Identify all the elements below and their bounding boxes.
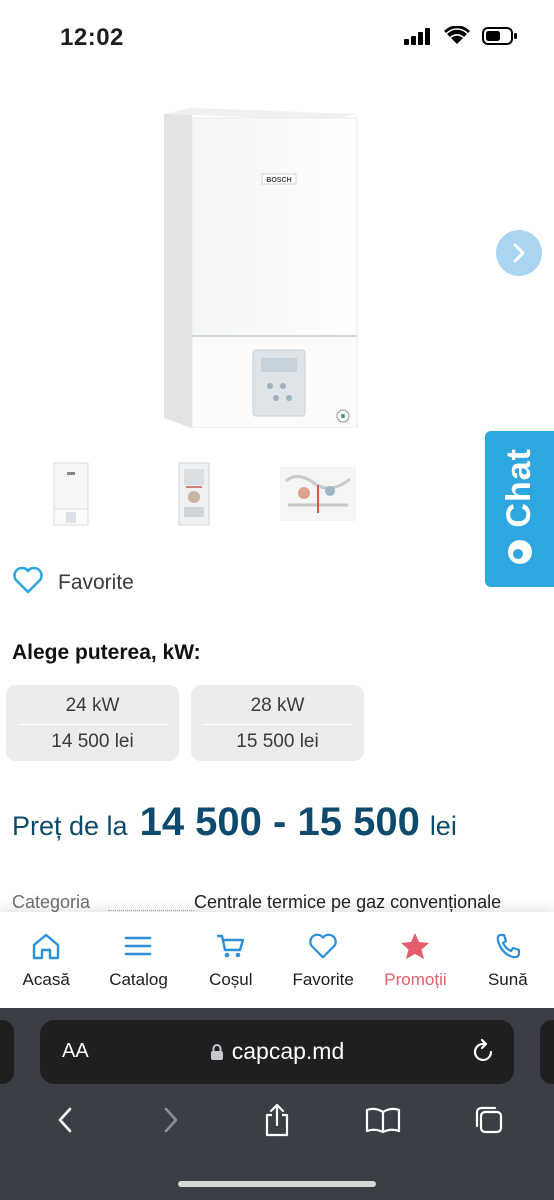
price-currency: lei [429, 811, 457, 841]
share-button[interactable] [252, 1100, 302, 1140]
power-price: 14 500 lei [51, 731, 134, 752]
boiler-image: BOSCH [150, 106, 370, 429]
nav-item-promotions[interactable]: Promoții [369, 912, 461, 1008]
back-button[interactable] [40, 1100, 90, 1140]
spec-label: Categoria [12, 892, 91, 912]
power-option-24kw[interactable]: 24 kW 14 500 lei [6, 685, 179, 761]
divider [202, 724, 353, 725]
previous-tab-peek[interactable] [0, 1020, 14, 1084]
home-indicator [178, 1181, 376, 1187]
nav-label: Acasă [22, 970, 70, 989]
power-option-28kw[interactable]: 28 kW 15 500 lei [191, 685, 364, 761]
menu-icon [125, 936, 152, 956]
chat-label: Chat [500, 447, 538, 528]
power-price: 15 500 lei [236, 731, 319, 752]
nav-label: Promoții [384, 970, 447, 989]
bookmarks-button[interactable] [358, 1100, 408, 1140]
address-bar[interactable]: AA capcap.md [40, 1020, 514, 1084]
chat-bubble-icon [507, 539, 533, 570]
bottom-navigation: Acasă Catalog Coșul Favorite Promoții Su… [0, 912, 554, 1008]
next-tab-peek[interactable] [540, 1020, 554, 1084]
power-kw: 24 kW [65, 695, 120, 716]
nav-label: Sună [487, 970, 528, 989]
lock-icon [210, 1043, 223, 1060]
cart-icon [216, 934, 245, 958]
price-range: Preț de la 14 500 - 15 500 lei [12, 800, 457, 845]
chevron-right-icon [513, 243, 525, 263]
url-display[interactable]: capcap.md [40, 1038, 514, 1065]
thumbnail-2[interactable] [154, 458, 234, 530]
nav-label: Catalog [109, 970, 168, 989]
nav-item-favorites[interactable]: Favorite [277, 912, 369, 1008]
next-image-button[interactable] [496, 230, 542, 276]
heart-icon [12, 566, 44, 599]
signal-icon [404, 27, 432, 50]
product-gallery[interactable]: BOSCH [0, 80, 554, 450]
wifi-icon [444, 25, 470, 51]
power-title: Alege puterea, kW: [12, 641, 201, 664]
tabs-icon [475, 1106, 503, 1134]
nav-item-catalog[interactable]: Catalog [92, 912, 184, 1008]
dotted-leader [108, 910, 194, 911]
forward-button[interactable] [146, 1100, 196, 1140]
price-prefix: Preț de la [12, 811, 128, 841]
phone-icon [496, 933, 520, 959]
power-options: 24 kW 14 500 lei 28 kW 15 500 lei [6, 685, 364, 761]
favorite-label: Favorite [58, 570, 134, 594]
battery-icon [482, 26, 518, 51]
spec-value: Centrale termice pe gaz convenționale [194, 892, 502, 912]
brand-logo: BOSCH [266, 177, 291, 184]
reload-button[interactable] [472, 1038, 496, 1069]
chat-button[interactable]: Chat [485, 431, 554, 587]
thumbnail-3[interactable] [278, 458, 358, 530]
status-time: 12:02 [60, 24, 124, 51]
chevron-right-icon [164, 1107, 178, 1133]
browser-tool-row [0, 1100, 554, 1140]
share-icon [265, 1103, 289, 1137]
power-kw: 28 kW [250, 695, 305, 716]
add-to-favorites[interactable]: Favorite [12, 566, 134, 599]
price-value: 14 500 - 15 500 [139, 800, 420, 844]
nav-label: Coșul [209, 970, 253, 989]
nav-label: Favorite [292, 970, 354, 989]
url-text: capcap.md [231, 1038, 345, 1064]
home-icon [32, 933, 60, 960]
thumbnail-1[interactable] [30, 458, 110, 530]
nav-item-cart[interactable]: Coșul [185, 912, 277, 1008]
thumbnail-strip [30, 458, 358, 530]
book-icon [365, 1107, 401, 1134]
heart-icon [309, 933, 337, 959]
chevron-left-icon [58, 1107, 72, 1133]
status-icons [404, 25, 518, 51]
status-bar: 12:02 [0, 0, 554, 70]
divider [17, 724, 168, 725]
tabs-button[interactable] [464, 1100, 514, 1140]
reload-icon [473, 1038, 493, 1061]
nav-item-home[interactable]: Acasă [0, 912, 92, 1008]
nav-item-call[interactable]: Sună [462, 912, 554, 1008]
browser-toolbar: AA capcap.md [0, 1008, 554, 1200]
star-icon [401, 933, 430, 959]
